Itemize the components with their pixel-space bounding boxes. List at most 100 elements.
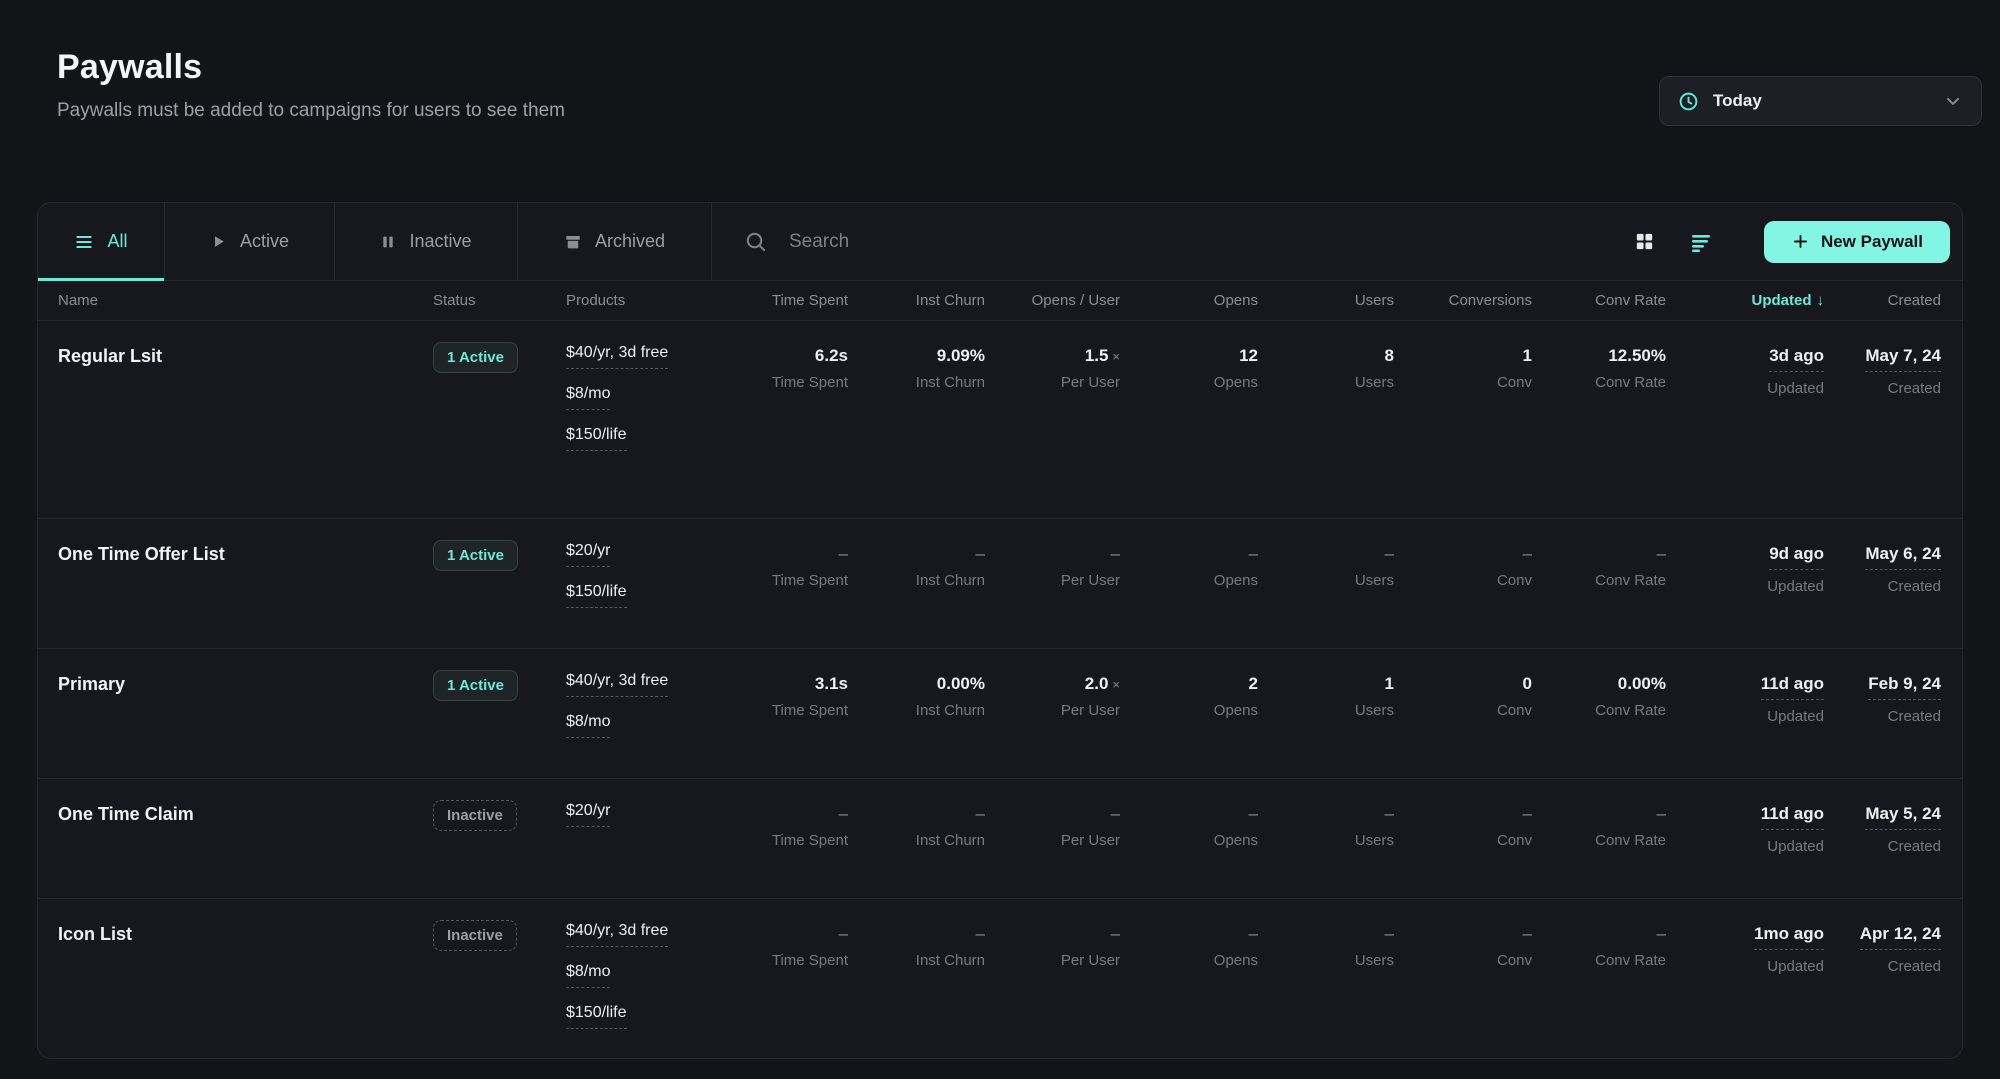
table-row[interactable]: One Time Offer List 1 Active $20/yr $150… <box>38 519 1962 649</box>
col-header-users[interactable]: Users <box>1258 292 1394 309</box>
metric-opens: –Opens <box>1120 544 1258 632</box>
metric-per-user: –Per User <box>985 544 1120 632</box>
metric-updated: 1mo agoUpdated <box>1666 924 1824 1042</box>
created-value[interactable]: May 7, 24 <box>1865 346 1941 372</box>
table-row[interactable]: Regular Lsit 1 Active $40/yr, 3d free $8… <box>38 321 1962 519</box>
updated-value[interactable]: 9d ago <box>1769 544 1824 570</box>
date-filter-value: Today <box>1713 91 1762 111</box>
chevron-down-icon <box>1943 91 1963 111</box>
paywall-name[interactable]: One Time Claim <box>38 804 433 882</box>
metric-created: May 6, 24Created <box>1824 544 1964 632</box>
product-link[interactable]: $40/yr, 3d free <box>566 922 668 947</box>
created-value[interactable]: Feb 9, 24 <box>1868 674 1941 700</box>
metric-updated: 9d agoUpdated <box>1666 544 1824 632</box>
paywall-name[interactable]: One Time Offer List <box>38 544 433 632</box>
table-row[interactable]: One Time Claim Inactive $20/yr –Time Spe… <box>38 779 1962 899</box>
table-row[interactable]: Icon List Inactive $40/yr, 3d free $8/mo… <box>38 899 1962 1058</box>
product-link[interactable]: $20/yr <box>566 542 610 567</box>
status-cell: 1 Active <box>433 544 566 632</box>
table-row[interactable]: Primary 1 Active $40/yr, 3d free $8/mo 3… <box>38 649 1962 779</box>
metric-opens: –Opens <box>1120 924 1258 1042</box>
updated-value[interactable]: 11d ago <box>1761 674 1824 700</box>
status-badge: Inactive <box>433 800 517 831</box>
sort-desc-arrow-icon: ↓ <box>1817 292 1825 309</box>
metric-opens: –Opens <box>1120 804 1258 882</box>
products-cell: $40/yr, 3d free $8/mo $150/life <box>566 922 746 1042</box>
col-header-status[interactable]: Status <box>433 292 566 309</box>
product-link[interactable]: $150/life <box>566 583 627 608</box>
created-value[interactable]: May 5, 24 <box>1865 804 1941 830</box>
search-input[interactable] <box>789 231 1289 253</box>
status-cell: Inactive <box>433 804 566 882</box>
new-paywall-button[interactable]: New Paywall <box>1764 221 1950 263</box>
tab-archived[interactable]: Archived <box>518 203 712 280</box>
grid-view-button[interactable] <box>1628 225 1662 259</box>
metric-per-user: –Per User <box>985 804 1120 882</box>
plus-icon <box>1791 232 1810 251</box>
metric-created: May 5, 24Created <box>1824 804 1964 882</box>
metric-time-spent: –Time Spent <box>746 924 848 1042</box>
metric-inst-churn: –Inst Churn <box>848 544 985 632</box>
created-value[interactable]: Apr 12, 24 <box>1860 924 1941 950</box>
col-header-name[interactable]: Name <box>38 292 433 309</box>
updated-value[interactable]: 3d ago <box>1769 346 1824 372</box>
metric-inst-churn: –Inst Churn <box>848 924 985 1042</box>
metric-conv-rate: 12.50%Conv Rate <box>1532 346 1666 502</box>
tab-bar: All Active Inactive Archived <box>38 203 1962 281</box>
product-link[interactable]: $150/life <box>566 426 627 451</box>
col-header-created[interactable]: Created <box>1824 292 1964 309</box>
tab-all[interactable]: All <box>38 203 165 280</box>
col-header-opens-per-user[interactable]: Opens / User <box>985 292 1120 309</box>
product-link[interactable]: $20/yr <box>566 802 610 827</box>
tab-archived-label: Archived <box>595 231 665 252</box>
metric-opens: 12Opens <box>1120 346 1258 502</box>
tab-active-label: Active <box>240 231 289 252</box>
col-header-updated[interactable]: Updated↓ <box>1666 292 1824 309</box>
status-cell: 1 Active <box>433 674 566 762</box>
product-link[interactable]: $150/life <box>566 1004 627 1029</box>
updated-value[interactable]: 11d ago <box>1761 804 1824 830</box>
metric-inst-churn: 9.09%Inst Churn <box>848 346 985 502</box>
metric-inst-churn: –Inst Churn <box>848 804 985 882</box>
col-header-conversions[interactable]: Conversions <box>1394 292 1532 309</box>
col-header-opens[interactable]: Opens <box>1120 292 1258 309</box>
tab-inactive[interactable]: Inactive <box>335 203 518 280</box>
paywall-name[interactable]: Regular Lsit <box>38 346 433 502</box>
col-header-conv-rate[interactable]: Conv Rate <box>1532 292 1666 309</box>
status-badge: Inactive <box>433 920 517 951</box>
metric-time-spent: –Time Spent <box>746 804 848 882</box>
product-link[interactable]: $40/yr, 3d free <box>566 672 668 697</box>
created-value[interactable]: May 6, 24 <box>1865 544 1941 570</box>
col-header-time-spent[interactable]: Time Spent <box>746 292 848 309</box>
metric-opens: 2Opens <box>1120 674 1258 762</box>
product-link[interactable]: $40/yr, 3d free <box>566 344 668 369</box>
toolbar-right: New Paywall <box>1628 203 1962 280</box>
table-header-row: Name Status Products Time Spent Inst Chu… <box>38 281 1962 321</box>
metric-users: –Users <box>1258 804 1394 882</box>
product-link[interactable]: $8/mo <box>566 963 610 988</box>
tab-active[interactable]: Active <box>165 203 335 280</box>
archive-icon <box>564 233 582 251</box>
metric-conv: 1Conv <box>1394 346 1532 502</box>
paywall-name[interactable]: Primary <box>38 674 433 762</box>
updated-value[interactable]: 1mo ago <box>1754 924 1824 950</box>
list-view-button[interactable] <box>1684 225 1718 259</box>
metric-time-spent: –Time Spent <box>746 544 848 632</box>
metric-conv-rate: –Conv Rate <box>1532 544 1666 632</box>
col-header-products[interactable]: Products <box>566 292 746 309</box>
col-header-inst-churn[interactable]: Inst Churn <box>848 292 985 309</box>
metric-inst-churn: 0.00%Inst Churn <box>848 674 985 762</box>
metric-updated: 3d agoUpdated <box>1666 346 1824 502</box>
multiplier-suffix: × <box>1112 349 1120 364</box>
product-link[interactable]: $8/mo <box>566 713 610 738</box>
product-link[interactable]: $8/mo <box>566 385 610 410</box>
page-header: Paywalls Paywalls must be added to campa… <box>0 0 2000 202</box>
date-filter-dropdown[interactable]: Today <box>1659 76 1982 126</box>
status-cell: 1 Active <box>433 346 566 502</box>
status-badge: 1 Active <box>433 342 518 373</box>
list-lines-icon <box>74 232 94 252</box>
products-cell: $20/yr <box>566 802 746 882</box>
paywall-name[interactable]: Icon List <box>38 924 433 1042</box>
products-cell: $40/yr, 3d free $8/mo <box>566 672 746 762</box>
metric-conv: –Conv <box>1394 544 1532 632</box>
